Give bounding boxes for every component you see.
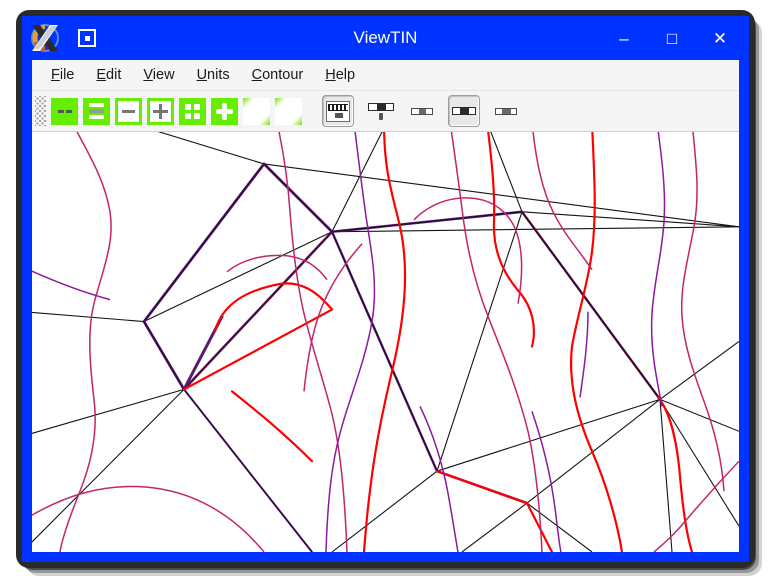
zoom-fit-button[interactable] bbox=[83, 97, 110, 125]
scale-bar-small-icon bbox=[411, 107, 433, 115]
plus-icon bbox=[153, 103, 168, 119]
tin-drawing bbox=[32, 132, 739, 552]
menu-label: dit bbox=[106, 67, 122, 83]
zoom-out-button[interactable] bbox=[115, 97, 142, 125]
menu-item-units[interactable]: Units bbox=[186, 63, 241, 87]
crosshair-icon bbox=[216, 102, 233, 120]
scale-bar-small-button[interactable] bbox=[408, 97, 436, 125]
menu-mnemonic: H bbox=[325, 67, 336, 83]
toolbar-group-scale bbox=[322, 95, 520, 127]
stacked-bars-icon bbox=[89, 101, 104, 121]
scale-bar-icon bbox=[368, 102, 394, 111]
x-logo-icon bbox=[28, 21, 62, 55]
tin-contour-canvas[interactable] bbox=[32, 132, 739, 552]
menu-label: nits bbox=[207, 67, 230, 83]
ruler-icon bbox=[326, 100, 350, 122]
menu-item-view[interactable]: View bbox=[132, 63, 185, 87]
client-area: File Edit View Units Contour Help bbox=[32, 60, 739, 552]
zoom-fit-width-button[interactable] bbox=[51, 97, 78, 125]
scale-bar-plain-icon bbox=[495, 107, 517, 115]
tin-edges bbox=[32, 132, 739, 552]
minimize-button[interactable]: – bbox=[615, 30, 633, 47]
rotate-left-button[interactable] bbox=[243, 97, 270, 125]
scale-ruler-button[interactable] bbox=[322, 95, 354, 127]
center-view-button[interactable] bbox=[211, 97, 238, 125]
window-menu-icon[interactable] bbox=[78, 29, 96, 47]
scale-bar-plain-button[interactable] bbox=[492, 97, 520, 125]
menu-label: elp bbox=[335, 67, 356, 83]
grid-toggle-button[interactable] bbox=[179, 97, 206, 125]
menu-item-edit[interactable]: Edit bbox=[85, 63, 132, 87]
two-dashes-icon bbox=[57, 109, 72, 113]
menu-mnemonic: F bbox=[51, 67, 60, 83]
screenshot-root: ViewTIN – □ ✕ File Edit View Units Conto… bbox=[0, 0, 771, 584]
zoom-in-button[interactable] bbox=[147, 97, 174, 125]
rotate-right-button[interactable] bbox=[275, 97, 302, 125]
close-button[interactable]: ✕ bbox=[711, 30, 729, 47]
menubar: File Edit View Units Contour Help bbox=[32, 60, 739, 91]
menu-mnemonic: U bbox=[196, 67, 208, 83]
menu-mnemonic: C bbox=[251, 67, 263, 83]
menu-label: iew bbox=[152, 67, 175, 83]
toolbar-group-view bbox=[51, 97, 302, 125]
menu-label: ontour bbox=[262, 67, 304, 83]
menu-item-contour[interactable]: Contour bbox=[241, 63, 315, 87]
highlighted-edges bbox=[142, 162, 662, 552]
maximize-button[interactable]: □ bbox=[663, 30, 681, 47]
purple-contour-lines bbox=[32, 132, 666, 552]
menu-label: ile bbox=[59, 67, 75, 83]
application-window: ViewTIN – □ ✕ File Edit View Units Conto… bbox=[22, 16, 749, 562]
toolbar-drag-handle[interactable] bbox=[35, 96, 46, 126]
menu-item-help[interactable]: Help bbox=[314, 63, 366, 87]
window-controls: – □ ✕ bbox=[615, 30, 749, 47]
minor-contour-lines bbox=[32, 132, 739, 552]
scale-bar-pin-icon bbox=[379, 112, 383, 120]
minus-icon bbox=[122, 109, 135, 113]
major-contour-lines bbox=[182, 132, 694, 552]
menu-mnemonic: V bbox=[143, 67, 153, 83]
titlebar[interactable]: ViewTIN – □ ✕ bbox=[22, 16, 749, 60]
scale-bar-button[interactable] bbox=[366, 96, 396, 126]
toolbar bbox=[32, 91, 739, 132]
menu-item-file[interactable]: File bbox=[40, 63, 85, 87]
scale-bar-boxed-button[interactable] bbox=[448, 95, 480, 127]
scale-bar-boxed-icon bbox=[452, 107, 476, 115]
menu-mnemonic: E bbox=[96, 67, 107, 83]
grid-icon bbox=[185, 103, 200, 119]
